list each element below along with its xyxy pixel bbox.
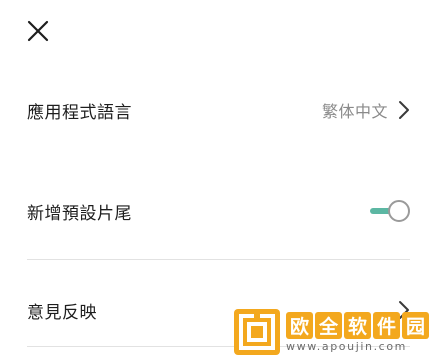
watermark-char: 欧 <box>286 311 313 339</box>
close-icon <box>27 20 49 42</box>
language-setting-label: 應用程式語言 <box>27 102 132 123</box>
language-setting-value-group: 繁体中文 <box>322 98 410 122</box>
language-setting-value: 繁体中文 <box>321 102 388 121</box>
settings-screen: 應用程式語言 繁体中文 新增預設片尾 意見反映 欧 全 软 件 园 www.ap… <box>0 0 436 361</box>
watermark-char: 件 <box>373 311 400 339</box>
site-watermark: 欧 全 软 件 园 www.apoujin.com <box>232 306 432 358</box>
feedback-setting-label: 意見反映 <box>27 302 97 323</box>
default-ending-setting-label: 新增預設片尾 <box>27 203 132 224</box>
default-ending-setting-row: 新增預設片尾 <box>27 189 410 233</box>
watermark-char: 全 <box>315 311 342 339</box>
language-setting-row[interactable]: 應用程式語言 繁体中文 <box>27 88 410 132</box>
chevron-right-icon <box>399 101 409 119</box>
watermark-logo-icon <box>234 309 280 355</box>
divider <box>27 259 410 260</box>
watermark-title: 欧 全 软 件 园 <box>286 311 429 339</box>
default-ending-toggle[interactable] <box>368 200 410 222</box>
toggle-knob <box>388 200 410 222</box>
watermark-text: 欧 全 软 件 园 www.apoujin.com <box>286 311 429 353</box>
watermark-char: 园 <box>402 311 429 339</box>
watermark-url: www.apoujin.com <box>286 339 407 353</box>
close-button[interactable] <box>24 17 52 45</box>
watermark-char: 软 <box>344 311 371 339</box>
